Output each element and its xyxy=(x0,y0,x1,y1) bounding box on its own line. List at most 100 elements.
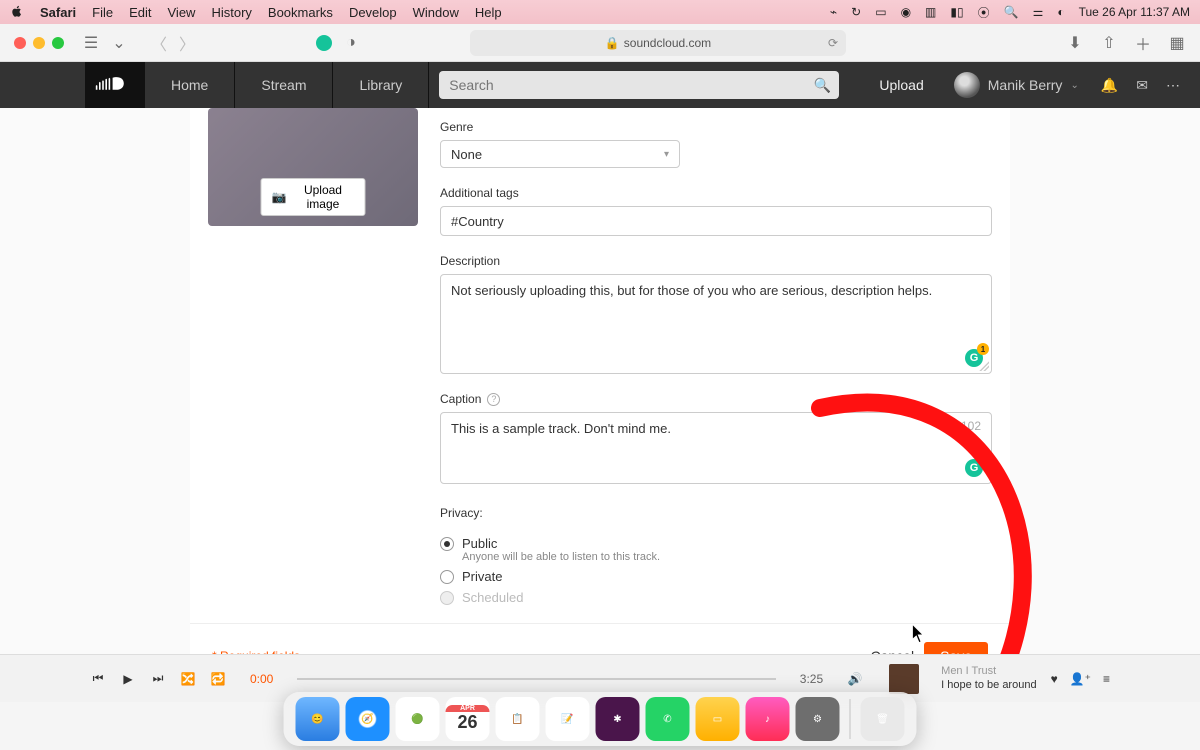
menu-help[interactable]: Help xyxy=(475,5,502,20)
search-input[interactable] xyxy=(439,71,839,99)
wifi-icon[interactable]: ⦿ xyxy=(978,4,990,21)
description-label: Description xyxy=(440,254,992,268)
username: Manik Berry xyxy=(988,77,1063,93)
apple-icon[interactable] xyxy=(10,4,24,21)
nav-home[interactable]: Home xyxy=(145,62,235,108)
caption-char-count: 102 xyxy=(961,419,981,433)
next-track-icon[interactable]: ⏭ xyxy=(150,671,166,687)
notifications-icon[interactable]: 🔔 xyxy=(1101,77,1118,94)
dock-music-icon[interactable]: ♪ xyxy=(746,697,790,741)
tags-label: Additional tags xyxy=(440,186,992,200)
dock-separator xyxy=(850,699,851,739)
resize-handle[interactable] xyxy=(979,361,989,371)
sidebar-icon[interactable]: ☰ xyxy=(82,34,100,52)
like-icon[interactable]: ♥ xyxy=(1051,672,1058,686)
playback-icon[interactable]: ◉ xyxy=(901,5,911,19)
chevron-down-icon: ▾ xyxy=(664,149,669,160)
prev-track-icon[interactable]: ⏮ xyxy=(90,671,106,687)
track-artwork: 📷 Upload image xyxy=(208,108,418,226)
menu-bookmarks[interactable]: Bookmarks xyxy=(268,5,333,20)
forward-icon[interactable]: 〉 xyxy=(178,34,196,52)
dock-slack-icon[interactable]: ✱ xyxy=(596,697,640,741)
bluetooth-icon[interactable]: ⌁ xyxy=(830,5,837,19)
reload-icon[interactable]: ⟳ xyxy=(828,36,838,50)
now-playing-artist: Men I Trust xyxy=(941,665,1036,678)
dock-notes-icon[interactable]: 📝 xyxy=(546,697,590,741)
menu-view[interactable]: View xyxy=(168,5,196,20)
shield-icon[interactable]: ◑ xyxy=(342,34,360,52)
upload-link[interactable]: Upload xyxy=(861,62,941,108)
menu-file[interactable]: File xyxy=(92,5,113,20)
now-playing-meta[interactable]: Men I Trust I hope to be around xyxy=(941,665,1036,691)
soundcloud-logo-icon[interactable] xyxy=(85,62,145,108)
tabgroup-chevron-icon[interactable]: ⌄ xyxy=(110,34,128,52)
more-icon[interactable]: ⋯ xyxy=(1166,77,1180,94)
description-textarea[interactable]: Not seriously uploading this, but for th… xyxy=(440,274,992,374)
dock-whatsapp-icon[interactable]: ✆ xyxy=(646,697,690,741)
shuffle-icon[interactable]: 🔀 xyxy=(180,671,196,687)
avatar xyxy=(954,72,980,98)
volume-icon[interactable]: 🔊 xyxy=(847,671,863,687)
new-tab-icon[interactable]: ＋ xyxy=(1134,34,1152,52)
progress-bar[interactable] xyxy=(297,678,775,680)
menu-window[interactable]: Window xyxy=(413,5,459,20)
privacy-private-option[interactable]: Private xyxy=(440,569,992,584)
siri-icon[interactable]: ◐ xyxy=(1057,5,1064,19)
nav-stream[interactable]: Stream xyxy=(235,62,333,108)
mac-menubar: Safari File Edit View History Bookmarks … xyxy=(0,0,1200,24)
radio-icon xyxy=(440,537,454,551)
downloads-icon[interactable]: ⬇ xyxy=(1066,34,1084,52)
now-playing-art[interactable] xyxy=(889,664,919,694)
dock-calendar-icon[interactable]: APR26 xyxy=(446,697,490,741)
back-icon[interactable]: 〈 xyxy=(150,34,168,52)
safari-toolbar: ☰ ⌄ 〈 〉 ◑ 🔒 soundcloud.com ⟳ ⬇ ⇧ ＋ ▦ xyxy=(0,24,1200,62)
radio-icon xyxy=(440,591,454,605)
timemachine-icon[interactable]: ↻ xyxy=(851,5,861,19)
play-icon[interactable]: ▶ xyxy=(120,671,136,687)
help-icon[interactable]: ? xyxy=(487,393,500,406)
genre-select[interactable]: None ▾ xyxy=(440,140,680,168)
duration: 3:25 xyxy=(800,672,823,686)
grammarly-extension-icon[interactable] xyxy=(316,35,332,51)
menu-edit[interactable]: Edit xyxy=(129,5,151,20)
dock-stickies-icon[interactable]: ▭ xyxy=(696,697,740,741)
clock[interactable]: Tue 26 Apr 11:37 AM xyxy=(1079,5,1190,19)
current-time: 0:00 xyxy=(250,672,273,686)
user-menu[interactable]: Manik Berry ⌄ xyxy=(942,62,1091,108)
privacy-scheduled-option: Scheduled xyxy=(440,590,992,605)
menu-develop[interactable]: Develop xyxy=(349,5,397,20)
nav-library[interactable]: Library xyxy=(333,62,429,108)
display-icon[interactable]: ▥ xyxy=(925,5,936,19)
grammarly-badge-icon[interactable]: G xyxy=(965,459,983,477)
caption-textarea[interactable]: This is a sample track. Don't mind me. 1… xyxy=(440,412,992,484)
dock-reminders-icon[interactable]: 📋 xyxy=(496,697,540,741)
date-icon[interactable]: ▭ xyxy=(875,5,886,19)
search-icon[interactable]: 🔍 xyxy=(814,77,831,94)
share-icon[interactable]: ⇧ xyxy=(1100,34,1118,52)
upload-image-button[interactable]: 📷 Upload image xyxy=(261,178,366,216)
dock-settings-icon[interactable]: ⚙ xyxy=(796,697,840,741)
privacy-label: Privacy: xyxy=(440,506,992,520)
battery-icon[interactable]: ▮▯ xyxy=(950,5,963,19)
menu-history[interactable]: History xyxy=(211,5,251,20)
address-bar[interactable]: 🔒 soundcloud.com ⟳ xyxy=(470,30,846,56)
chevron-down-icon: ⌄ xyxy=(1070,80,1078,91)
control-center-icon[interactable]: ⚌ xyxy=(1033,5,1044,19)
tabs-overview-icon[interactable]: ▦ xyxy=(1168,34,1186,52)
privacy-public-option[interactable]: Public xyxy=(440,536,992,551)
dock-finder-icon[interactable]: 😊 xyxy=(296,697,340,741)
messages-icon[interactable]: ✉ xyxy=(1136,77,1148,94)
repeat-icon[interactable]: 🔁 xyxy=(210,671,226,687)
radio-icon xyxy=(440,570,454,584)
queue-icon[interactable]: ≡ xyxy=(1103,672,1110,686)
follow-icon[interactable]: 👤⁺ xyxy=(1070,672,1091,686)
app-name[interactable]: Safari xyxy=(40,5,76,20)
dock-chrome-icon[interactable]: 🟢 xyxy=(396,697,440,741)
tags-input[interactable]: #Country xyxy=(440,206,992,236)
upload-card: 📷 Upload image Genre None ▾ Additional t… xyxy=(190,108,1010,690)
genre-label: Genre xyxy=(440,120,992,134)
dock-safari-icon[interactable]: 🧭 xyxy=(346,697,390,741)
window-controls[interactable] xyxy=(14,37,64,49)
spotlight-icon[interactable]: 🔍 xyxy=(1004,5,1019,19)
dock-trash-icon[interactable]: 🗑 xyxy=(861,697,905,741)
